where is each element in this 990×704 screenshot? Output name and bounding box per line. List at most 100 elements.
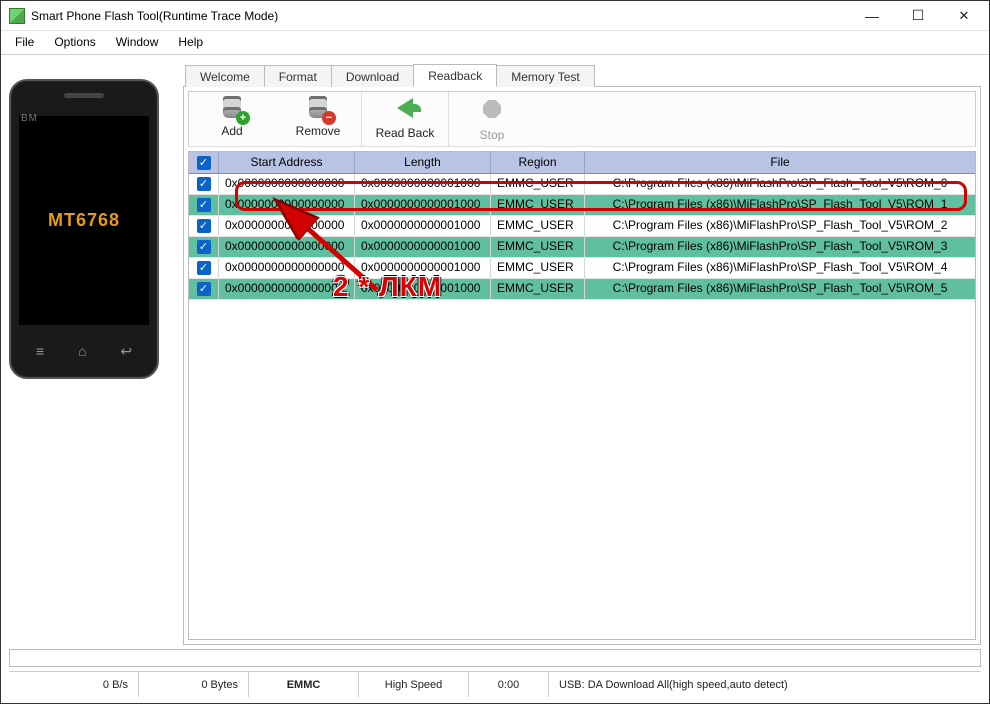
header-check[interactable]: ✓ (189, 152, 219, 173)
tab-strip: Welcome Format Download Readback Memory … (183, 63, 981, 87)
right-pane: Welcome Format Download Readback Memory … (183, 63, 981, 645)
row-checkbox[interactable]: ✓ (197, 282, 211, 296)
app-window: Smart Phone Flash Tool(Runtime Trace Mod… (0, 0, 990, 704)
row-check-cell[interactable]: ✓ (189, 237, 219, 257)
row-file-cell[interactable]: C:\Program Files (x86)\MiFlashPro\SP_Fla… (585, 279, 975, 299)
stop-icon (483, 100, 501, 118)
status-bar: 0 B/s 0 Bytes EMMC High Speed 0:00 USB: … (9, 671, 981, 697)
header-start-address[interactable]: Start Address (219, 152, 355, 173)
row-check-cell[interactable]: ✓ (189, 174, 219, 194)
add-label: Add (195, 124, 269, 138)
phone-brand: BM (21, 113, 38, 124)
arrow-back-icon (397, 98, 413, 118)
row-len-cell[interactable]: 0x0000000000001000 (355, 237, 491, 257)
row-check-cell[interactable]: ✓ (189, 258, 219, 278)
tab-readback[interactable]: Readback (413, 64, 497, 87)
phone-panel: BM MT6768 ≡ ⌂ ↩ (9, 63, 169, 645)
menu-help[interactable]: Help (168, 31, 213, 54)
row-check-cell[interactable]: ✓ (189, 279, 219, 299)
status-bytes: 0 Bytes (139, 672, 249, 697)
minus-badge-icon: − (322, 111, 336, 125)
table-row[interactable]: ✓ 0x00000000000000000x0000000000001000EMM… (189, 237, 975, 258)
row-checkbox[interactable]: ✓ (197, 261, 211, 275)
window-title: Smart Phone Flash Tool(Runtime Trace Mod… (31, 9, 278, 23)
row-region-cell[interactable]: EMMC_USER (491, 174, 585, 194)
table-header: ✓ Start Address Length Region File (189, 152, 975, 174)
row-check-cell[interactable]: ✓ (189, 195, 219, 215)
row-len-cell[interactable]: 0x0000000000001000 (355, 279, 491, 299)
stop-button[interactable]: Stop (449, 92, 535, 146)
readback-table: ✓ Start Address Length Region File ✓ 0x00… (188, 151, 976, 640)
back-key-icon: ↩ (120, 343, 132, 360)
phone-navbar: ≡ ⌂ ↩ (19, 335, 149, 367)
tab-memory-test[interactable]: Memory Test (496, 65, 594, 87)
row-region-cell[interactable]: EMMC_USER (491, 258, 585, 278)
menu-window[interactable]: Window (106, 31, 169, 54)
row-addr-cell[interactable]: 0x0000000000000000 (219, 216, 355, 236)
maximize-button[interactable]: ☐ (895, 1, 941, 31)
row-region-cell[interactable]: EMMC_USER (491, 237, 585, 257)
phone-mock: BM MT6768 ≡ ⌂ ↩ (9, 79, 159, 379)
table-row[interactable]: ✓ 0x00000000000000000x0000000000001000EMM… (189, 174, 975, 195)
tab-format[interactable]: Format (264, 65, 332, 87)
header-length[interactable]: Length (355, 152, 491, 173)
row-file-cell[interactable]: C:\Program Files (x86)\MiFlashPro\SP_Fla… (585, 174, 975, 194)
status-speed: 0 B/s (9, 672, 139, 697)
add-button[interactable]: + Add (189, 92, 275, 146)
close-button[interactable]: ✕ (941, 1, 987, 31)
title-bar: Smart Phone Flash Tool(Runtime Trace Mod… (1, 1, 989, 31)
readback-button[interactable]: Read Back (362, 92, 448, 146)
phone-speaker (64, 93, 104, 98)
tab-download[interactable]: Download (331, 65, 414, 87)
row-region-cell[interactable]: EMMC_USER (491, 216, 585, 236)
header-file[interactable]: File (585, 152, 975, 173)
remove-button[interactable]: − Remove (275, 92, 361, 146)
row-len-cell[interactable]: 0x0000000000001000 (355, 216, 491, 236)
table-row[interactable]: ✓ 0x00000000000000000x0000000000001000EMM… (189, 258, 975, 279)
menu-key-icon: ≡ (36, 343, 44, 359)
row-checkbox[interactable]: ✓ (197, 177, 211, 191)
row-check-cell[interactable]: ✓ (189, 216, 219, 236)
menu-file[interactable]: File (5, 31, 44, 54)
menu-options[interactable]: Options (44, 31, 105, 54)
row-region-cell[interactable]: EMMC_USER (491, 195, 585, 215)
home-key-icon: ⌂ (78, 343, 86, 359)
table-row[interactable]: ✓ 0x00000000000000000x0000000000001000EMM… (189, 195, 975, 216)
tab-panel-readback: + Add − Remove Read Back (183, 87, 981, 645)
row-addr-cell[interactable]: 0x0000000000000000 (219, 174, 355, 194)
client-area: BM MT6768 ≡ ⌂ ↩ Welcome Format Download … (1, 55, 989, 645)
status-mode: High Speed (359, 672, 469, 697)
plus-badge-icon: + (236, 111, 250, 125)
status-storage: EMMC (249, 672, 359, 697)
row-file-cell[interactable]: C:\Program Files (x86)\MiFlashPro\SP_Fla… (585, 195, 975, 215)
row-addr-cell[interactable]: 0x0000000000000000 (219, 258, 355, 278)
row-checkbox[interactable]: ✓ (197, 198, 211, 212)
row-file-cell[interactable]: C:\Program Files (x86)\MiFlashPro\SP_Fla… (585, 258, 975, 278)
row-checkbox[interactable]: ✓ (197, 240, 211, 254)
progress-bar (9, 649, 981, 667)
row-len-cell[interactable]: 0x0000000000001000 (355, 174, 491, 194)
table-row[interactable]: ✓ 0x00000000000000000x0000000000001000EMM… (189, 279, 975, 300)
row-file-cell[interactable]: C:\Program Files (x86)\MiFlashPro\SP_Fla… (585, 237, 975, 257)
row-len-cell[interactable]: 0x0000000000001000 (355, 258, 491, 278)
row-addr-cell[interactable]: 0x0000000000000000 (219, 237, 355, 257)
row-file-cell[interactable]: C:\Program Files (x86)\MiFlashPro\SP_Fla… (585, 216, 975, 236)
check-all-checkbox[interactable]: ✓ (197, 156, 211, 170)
menu-bar: File Options Window Help (1, 31, 989, 55)
phone-chip-label: MT6768 (48, 210, 120, 231)
readback-label: Read Back (368, 126, 442, 140)
tab-welcome[interactable]: Welcome (185, 65, 265, 87)
table-body: ✓0x00000000000000000x0000000000001000EMM… (189, 174, 975, 640)
row-len-cell[interactable]: 0x0000000000001000 (355, 195, 491, 215)
minimize-button[interactable]: — (849, 1, 895, 31)
phone-screen: MT6768 (19, 116, 149, 325)
readback-toolbar: + Add − Remove Read Back (188, 91, 976, 147)
row-addr-cell[interactable]: 0x0000000000000000 (219, 279, 355, 299)
row-addr-cell[interactable]: 0x0000000000000000 (219, 195, 355, 215)
row-checkbox[interactable]: ✓ (197, 219, 211, 233)
remove-label: Remove (281, 124, 355, 138)
stop-label: Stop (455, 128, 529, 142)
header-region[interactable]: Region (491, 152, 585, 173)
row-region-cell[interactable]: EMMC_USER (491, 279, 585, 299)
table-row[interactable]: ✓ 0x00000000000000000x0000000000001000EMM… (189, 216, 975, 237)
